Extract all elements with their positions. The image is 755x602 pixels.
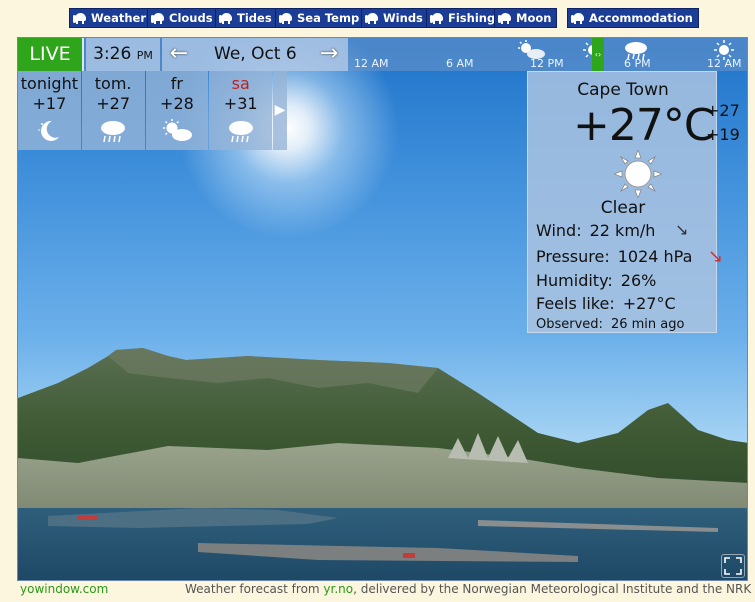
forecast-day-tonight[interactable]: tonight +17 bbox=[18, 71, 81, 150]
feels-like-value: +27°C bbox=[622, 294, 676, 313]
daily-forecast: tonight +17 tom. +27 fr +28 sa +31 ▶ bbox=[18, 71, 288, 150]
date-selector: ← We, Oct 6 → bbox=[162, 38, 348, 71]
forecast-day-name: tom. bbox=[94, 74, 132, 93]
forecast-credit: Weather forecast from yr.no, delivered b… bbox=[185, 582, 751, 596]
current-date: We, Oct 6 bbox=[214, 44, 297, 64]
nav-label: Fishing bbox=[448, 11, 496, 25]
forecast-day-name: sa bbox=[231, 74, 250, 93]
hourly-timeline[interactable]: 12 AM 6 AM 12 PM 6 PM 12 AM ‹› bbox=[350, 38, 747, 71]
forecast-day-name: tonight bbox=[20, 74, 78, 93]
pressure-label: Pressure: bbox=[536, 247, 610, 266]
forecast-next-arrow-icon[interactable]: ▶ bbox=[273, 71, 288, 150]
nav-moon-button[interactable]: Moon bbox=[494, 8, 558, 28]
condition-text: Clear bbox=[600, 198, 646, 218]
top-bar: LIVE 3:26 PM ← We, Oct 6 → 12 AM 6 AM 12… bbox=[18, 38, 747, 71]
observed-label: Observed: bbox=[536, 317, 603, 332]
forecast-day-friday[interactable]: fr +28 bbox=[145, 71, 209, 150]
elephant-icon bbox=[571, 12, 585, 24]
partly-cloudy-icon bbox=[518, 40, 545, 59]
yowindow-link[interactable]: yowindow.com bbox=[20, 582, 108, 596]
nav-label: Weather bbox=[91, 11, 146, 25]
current-temperature: +27°C bbox=[573, 100, 715, 151]
nav-label: Moon bbox=[516, 11, 552, 25]
pressure-trend-icon: ↘ bbox=[708, 246, 724, 267]
nav-accommodation-button[interactable]: Accommodation bbox=[567, 8, 699, 28]
humidity-row: Humidity: 26% bbox=[536, 271, 656, 290]
wind-value: 22 km/h bbox=[589, 221, 656, 240]
time-ampm: PM bbox=[136, 49, 153, 62]
sun-icon bbox=[612, 148, 664, 202]
credit-prefix: Weather forecast from bbox=[185, 582, 324, 596]
feels-like-label: Feels like: bbox=[536, 294, 615, 313]
feels-like-row: Feels like: +27°C bbox=[536, 294, 676, 313]
timeline-marker-icon[interactable]: ‹› bbox=[592, 38, 604, 71]
rain-cloud-icon bbox=[101, 121, 126, 143]
rain-cloud-icon bbox=[625, 42, 647, 60]
wind-direction-icon: ↘ bbox=[675, 220, 689, 239]
nav-tides-button[interactable]: Tides bbox=[215, 8, 278, 28]
nav-fishing-button[interactable]: Fishing bbox=[426, 8, 502, 28]
city-name[interactable]: Cape Town bbox=[528, 80, 718, 100]
forecast-day-temp: +27 bbox=[96, 94, 131, 113]
elephant-icon bbox=[498, 12, 512, 24]
observed-row: Observed: 26 min ago bbox=[536, 317, 684, 332]
low-temperature: +19 bbox=[706, 125, 740, 144]
forecast-day-tomorrow[interactable]: tom. +27 bbox=[81, 71, 145, 150]
sun-icon bbox=[714, 40, 734, 60]
elephant-icon bbox=[365, 12, 379, 24]
nav-label: Clouds bbox=[169, 11, 213, 25]
live-button[interactable]: LIVE bbox=[18, 38, 84, 71]
nav-sea-temp-button[interactable]: Sea Temp bbox=[275, 8, 366, 28]
elephant-icon bbox=[151, 12, 165, 24]
nav-weather-button[interactable]: Weather bbox=[69, 8, 152, 28]
nav-label: Sea Temp bbox=[297, 11, 360, 25]
fullscreen-icon[interactable] bbox=[721, 554, 745, 578]
pressure-value: 1024 hPa bbox=[617, 247, 693, 266]
credit-suffix: , delivered by the Norwegian Meteorologi… bbox=[353, 582, 752, 596]
forecast-day-saturday[interactable]: sa +31 bbox=[209, 71, 273, 150]
humidity-value: 26% bbox=[620, 271, 657, 290]
pressure-row: Pressure: 1024 hPa bbox=[536, 247, 692, 266]
rain-cloud-icon bbox=[228, 121, 253, 143]
elephant-icon bbox=[73, 12, 87, 24]
nav-winds-button[interactable]: Winds bbox=[361, 8, 429, 28]
current-conditions-panel: Cape Town +27°C +27 +19 Clear Wind: 22 km… bbox=[527, 71, 740, 333]
timeline-label: 12 AM bbox=[354, 57, 389, 70]
partly-cloudy-icon bbox=[162, 119, 192, 141]
forecast-day-name: fr bbox=[170, 74, 184, 93]
wind-label: Wind: bbox=[536, 221, 582, 240]
forecast-day-temp: +17 bbox=[32, 94, 67, 113]
nav-label: Accommodation bbox=[589, 11, 693, 25]
moon-icon bbox=[38, 120, 60, 141]
elephant-icon bbox=[219, 12, 233, 24]
right-arrow-icon[interactable]: → bbox=[314, 38, 344, 71]
current-time: 3:26 PM bbox=[86, 38, 160, 71]
time-value: 3:26 bbox=[93, 44, 132, 64]
nav-label: Tides bbox=[237, 11, 272, 25]
observed-value: 26 min ago bbox=[610, 317, 685, 332]
top-navigation: Weather Clouds Tides Sea Temp Winds Fish… bbox=[0, 8, 755, 28]
left-arrow-icon[interactable]: ← bbox=[164, 38, 194, 71]
nav-clouds-button[interactable]: Clouds bbox=[147, 8, 219, 28]
elephant-icon bbox=[279, 12, 293, 24]
weather-widget: LIVE 3:26 PM ← We, Oct 6 → 12 AM 6 AM 12… bbox=[17, 37, 748, 581]
elephant-icon bbox=[430, 12, 444, 24]
footer: yowindow.com Weather forecast from yr.no… bbox=[0, 581, 755, 601]
nav-label: Winds bbox=[383, 11, 423, 25]
forecast-day-temp: +31 bbox=[223, 94, 258, 113]
yr-link[interactable]: yr.no bbox=[323, 582, 353, 596]
timeline-label: 6 AM bbox=[446, 57, 474, 70]
humidity-label: Humidity: bbox=[536, 271, 613, 290]
high-temperature: +27 bbox=[706, 101, 740, 120]
wind-row: Wind: 22 km/h bbox=[536, 221, 655, 240]
forecast-day-temp: +28 bbox=[160, 94, 194, 113]
